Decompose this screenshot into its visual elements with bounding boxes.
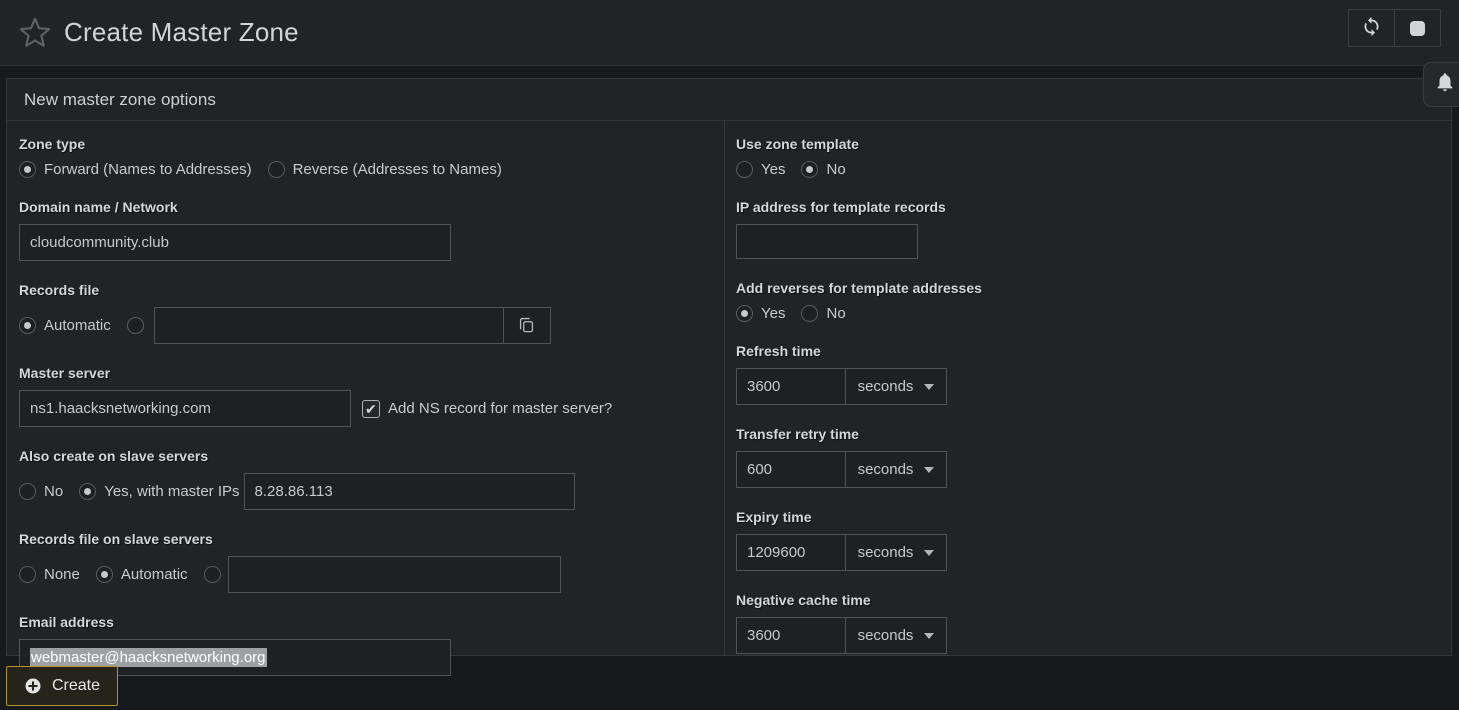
bell-icon: [1434, 71, 1456, 98]
stop-button[interactable]: [1394, 9, 1441, 47]
negative-cache-label: Negative cache time: [736, 592, 1439, 608]
slave-create-no-radio[interactable]: [19, 483, 36, 500]
left-column: Zone type Forward (Names to Addresses) R…: [7, 121, 725, 655]
create-button-label: Create: [52, 677, 100, 695]
zone-template-field: Use zone template Yes No: [736, 136, 1439, 178]
slave-records-label: Records file on slave servers: [19, 531, 712, 547]
records-file-automatic-label[interactable]: Automatic: [44, 317, 111, 334]
template-ip-label: IP address for template records: [736, 199, 1439, 215]
slave-records-automatic-radio[interactable]: [96, 566, 113, 583]
slave-create-label: Also create on slave servers: [19, 448, 712, 464]
refresh-time-unit-value: seconds: [858, 378, 914, 395]
slave-create-yes-label[interactable]: Yes, with master IPs: [104, 483, 239, 500]
copy-file-icon: [517, 315, 536, 337]
refresh-time-input[interactable]: [736, 368, 846, 405]
new-master-zone-panel: New master zone options Zone type Forwar…: [6, 78, 1452, 656]
negative-cache-unit-select[interactable]: seconds: [845, 617, 947, 654]
create-button[interactable]: Create: [6, 666, 118, 706]
negative-cache-unit-value: seconds: [858, 627, 914, 644]
email-selected-text: webmaster@haacksnetworking.org: [30, 648, 267, 667]
zone-template-no-radio[interactable]: [801, 161, 818, 178]
email-field-group: Email address webmaster@haacksnetworking…: [19, 614, 712, 676]
retry-time-unit-select[interactable]: seconds: [845, 451, 947, 488]
right-column: Use zone template Yes No IP address for …: [725, 121, 1451, 655]
negative-cache-input[interactable]: [736, 617, 846, 654]
refresh-time-unit-select[interactable]: seconds: [845, 368, 947, 405]
negative-cache-field: Negative cache time seconds: [736, 592, 1439, 654]
records-file-custom-radio[interactable]: [127, 317, 144, 334]
zone-type-reverse-radio[interactable]: [268, 161, 285, 178]
expiry-time-unit-value: seconds: [858, 544, 914, 561]
records-file-automatic-radio[interactable]: [19, 317, 36, 334]
template-ip-field: IP address for template records: [736, 199, 1439, 259]
retry-time-field: Transfer retry time seconds: [736, 426, 1439, 488]
chevron-down-icon: [924, 467, 934, 473]
retry-time-label: Transfer retry time: [736, 426, 1439, 442]
slave-create-field: Also create on slave servers No Yes, wit…: [19, 448, 712, 510]
zone-type-field: Zone type Forward (Names to Addresses) R…: [19, 136, 712, 178]
add-reverses-no-label[interactable]: No: [826, 305, 845, 322]
slave-create-yes-radio[interactable]: [79, 483, 96, 500]
refresh-time-label: Refresh time: [736, 343, 1439, 359]
email-label: Email address: [19, 614, 712, 630]
expiry-time-unit-select[interactable]: seconds: [845, 534, 947, 571]
refresh-icon: [1361, 16, 1382, 40]
add-reverses-no-radio[interactable]: [801, 305, 818, 322]
slave-records-automatic-label[interactable]: Automatic: [121, 566, 188, 583]
zone-type-forward-radio[interactable]: [19, 161, 36, 178]
panel-title: New master zone options: [7, 79, 1451, 121]
page: Create Master Zone New master zone optio…: [0, 0, 1459, 710]
zone-template-yes-label[interactable]: Yes: [761, 161, 785, 178]
expiry-time-input[interactable]: [736, 534, 846, 571]
notifications-tab[interactable]: [1423, 62, 1459, 107]
slave-create-no-label[interactable]: No: [44, 483, 63, 500]
slave-records-none-label[interactable]: None: [44, 566, 80, 583]
plus-circle-icon: [24, 677, 42, 695]
master-server-field: Master server Add NS record for master s…: [19, 365, 712, 427]
records-file-input[interactable]: [154, 307, 504, 344]
master-server-label: Master server: [19, 365, 712, 381]
refresh-button[interactable]: [1348, 9, 1395, 47]
expiry-time-label: Expiry time: [736, 509, 1439, 525]
retry-time-unit-value: seconds: [858, 461, 914, 478]
zone-template-yes-radio[interactable]: [736, 161, 753, 178]
stop-icon: [1410, 21, 1425, 36]
zone-type-forward-label[interactable]: Forward (Names to Addresses): [44, 161, 252, 178]
slave-records-field: Records file on slave servers None Autom…: [19, 531, 712, 593]
panel-body: Zone type Forward (Names to Addresses) R…: [7, 121, 1451, 655]
slave-records-none-radio[interactable]: [19, 566, 36, 583]
header-actions: [1348, 9, 1441, 47]
domain-name-field: Domain name / Network: [19, 199, 712, 261]
zone-type-reverse-label[interactable]: Reverse (Addresses to Names): [293, 161, 502, 178]
master-ips-input[interactable]: [244, 473, 575, 510]
domain-name-input[interactable]: [19, 224, 451, 261]
top-header-bar: Create Master Zone: [0, 0, 1459, 66]
records-file-label: Records file: [19, 282, 712, 298]
favorite-star-icon[interactable]: [16, 14, 54, 52]
zone-template-label: Use zone template: [736, 136, 1439, 152]
chevron-down-icon: [924, 550, 934, 556]
page-title: Create Master Zone: [64, 17, 299, 48]
add-ns-record-checkbox[interactable]: [362, 400, 380, 418]
zone-template-no-label[interactable]: No: [826, 161, 845, 178]
zone-type-label: Zone type: [19, 136, 712, 152]
retry-time-input[interactable]: [736, 451, 846, 488]
add-reverses-yes-label[interactable]: Yes: [761, 305, 785, 322]
add-reverses-field: Add reverses for template addresses Yes …: [736, 280, 1439, 322]
slave-records-file-input[interactable]: [228, 556, 561, 593]
refresh-time-field: Refresh time seconds: [736, 343, 1439, 405]
domain-name-label: Domain name / Network: [19, 199, 712, 215]
expiry-time-field: Expiry time seconds: [736, 509, 1439, 571]
master-server-input[interactable]: [19, 390, 351, 427]
add-reverses-label: Add reverses for template addresses: [736, 280, 1439, 296]
chevron-down-icon: [924, 384, 934, 390]
template-ip-input[interactable]: [736, 224, 918, 259]
choose-file-button[interactable]: [503, 307, 551, 344]
add-ns-record-label[interactable]: Add NS record for master server?: [388, 400, 612, 417]
chevron-down-icon: [924, 633, 934, 639]
records-file-field: Records file Automatic: [19, 282, 712, 344]
add-reverses-yes-radio[interactable]: [736, 305, 753, 322]
slave-records-custom-radio[interactable]: [204, 566, 221, 583]
